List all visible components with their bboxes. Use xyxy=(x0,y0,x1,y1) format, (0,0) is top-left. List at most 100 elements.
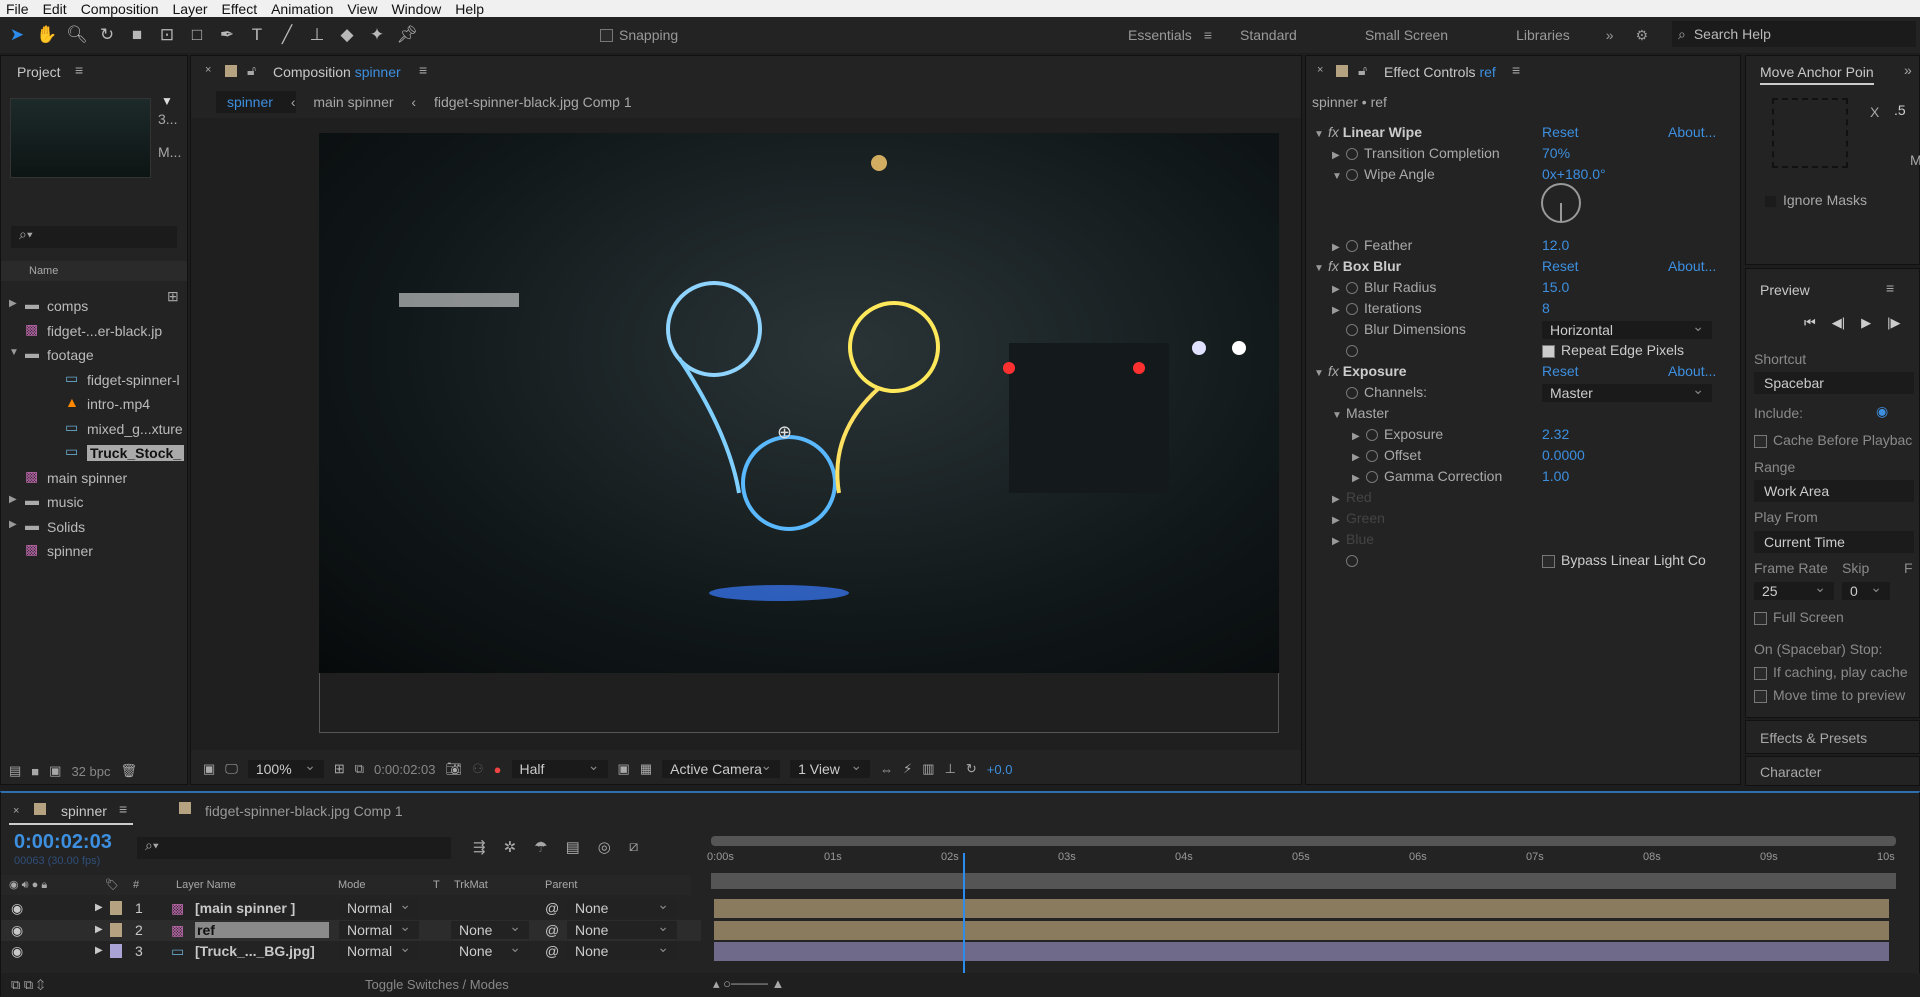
frame-blending-icon[interactable]: ▤ xyxy=(566,838,580,856)
stopwatch-icon[interactable] xyxy=(1346,282,1358,295)
eye-icon[interactable]: ◉ xyxy=(11,922,23,939)
expanded-arrow-icon[interactable]: ▼ xyxy=(9,347,23,358)
stopwatch-icon[interactable] xyxy=(1366,429,1378,442)
include-video-eye-icon[interactable]: ◉ xyxy=(1876,403,1888,420)
hand-tool-icon[interactable]: ✋ xyxy=(34,22,60,48)
track-matte-dropdown[interactable]: None xyxy=(451,917,529,939)
expand-arrow-icon[interactable]: ▶ xyxy=(1332,242,1346,253)
eye-icon[interactable]: ◉ xyxy=(11,900,23,917)
eraser-tool-icon[interactable]: ◆ xyxy=(334,22,360,48)
project-item[interactable]: ▼ ▬ footage xyxy=(1,345,187,367)
eye-icon[interactable]: ◉ xyxy=(11,943,23,960)
magnification-dropdown[interactable]: 100% xyxy=(247,756,324,778)
fast-draft-icon[interactable]: ⚡︎ xyxy=(903,761,912,777)
close-tab-icon[interactable]: × xyxy=(1317,64,1323,76)
effects-presets-tab[interactable]: Effects & Presets xyxy=(1760,730,1867,746)
stopwatch-icon[interactable] xyxy=(1366,450,1378,463)
graph-editor-icon[interactable]: ⧄ xyxy=(629,838,639,856)
clone-stamp-tool-icon[interactable]: ⊥ xyxy=(304,22,330,48)
layer-name-column-header[interactable]: Layer Name xyxy=(176,879,236,891)
expanded-arrow-icon[interactable]: ▼ xyxy=(1314,368,1328,379)
show-snapshot-icon[interactable]: ⚇ xyxy=(472,761,484,777)
expand-arrow-icon[interactable]: ▶ xyxy=(1332,494,1346,505)
property-value[interactable]: 0x+180.0° xyxy=(1542,166,1606,182)
label-color-swatch[interactable] xyxy=(110,901,122,915)
label-color-swatch[interactable] xyxy=(110,922,122,937)
selection-tool-icon[interactable]: ➤ xyxy=(4,22,30,48)
pen-tool-icon[interactable]: ✒ xyxy=(214,22,240,48)
property-dropdown[interactable]: Horizontal xyxy=(1542,317,1712,339)
property-value[interactable]: 1.00 xyxy=(1542,468,1569,484)
layer-row[interactable]: ◉ ▶ 1 ▩ [main spinner ] Normal @ None xyxy=(1,895,701,919)
menu-effect[interactable]: Effect xyxy=(222,1,258,17)
layer-name[interactable]: ref xyxy=(195,921,329,938)
breadcrumb-spinner[interactable]: spinner xyxy=(227,94,273,110)
region-of-interest-icon[interactable]: ⊞ xyxy=(334,761,345,777)
panel-menu-icon[interactable]: ≡ xyxy=(419,62,427,78)
project-item[interactable]: ▶ ▬ music xyxy=(1,492,187,514)
collapsed-arrow-icon[interactable]: ▶ xyxy=(9,298,23,309)
play-from-dropdown[interactable]: Current Time xyxy=(1754,531,1914,553)
expand-arrow-icon[interactable]: ▶ xyxy=(1332,284,1346,295)
play-icon[interactable]: ▶ xyxy=(1861,315,1871,331)
frame-rate-dropdown[interactable]: 25 xyxy=(1754,578,1834,600)
type-tool-icon[interactable]: T xyxy=(244,22,270,48)
collapsed-arrow-icon[interactable]: ▶ xyxy=(95,945,103,956)
reset-button[interactable]: Reset xyxy=(1542,124,1579,140)
about-button[interactable]: About... xyxy=(1668,258,1716,274)
expand-arrow-icon[interactable]: ▶ xyxy=(1332,150,1346,161)
about-button[interactable]: About... xyxy=(1668,363,1716,379)
stopwatch-icon[interactable] xyxy=(1346,345,1358,358)
expand-arrow-icon[interactable]: ▶ xyxy=(1352,452,1366,463)
rectangle-tool-icon[interactable]: □ xyxy=(184,22,210,48)
footer-switch-icons[interactable]: ⧉ ⧉ ⇕ xyxy=(11,977,44,993)
parent-dropdown[interactable]: None xyxy=(567,917,677,939)
new-folder-icon[interactable]: ■ xyxy=(31,764,39,779)
zoom-tool-icon[interactable]: 🔍︎ xyxy=(64,22,90,48)
checkbox[interactable]: Repeat Edge Pixels xyxy=(1542,342,1684,358)
pick-whip-icon[interactable]: @ xyxy=(545,943,559,959)
project-search-input[interactable]: ⌕▾ xyxy=(11,226,177,248)
previous-frame-icon[interactable]: ◀| xyxy=(1832,315,1845,331)
character-panel[interactable]: Character xyxy=(1745,756,1920,786)
project-item[interactable]: ▲ intro-.mp4 xyxy=(1,394,187,416)
collapsed-arrow-icon[interactable]: ▶ xyxy=(95,924,103,935)
time-navigator[interactable] xyxy=(711,836,1896,846)
resolution-dropdown[interactable]: Half xyxy=(511,756,608,778)
project-item[interactable]: ▩ spinner xyxy=(1,541,187,563)
flowchart-icon[interactable]: ⊥ xyxy=(945,761,956,777)
expand-arrow-icon[interactable]: ▶ xyxy=(1352,473,1366,484)
expand-arrow-icon[interactable]: ▶ xyxy=(1332,536,1346,547)
brush-tool-icon[interactable]: ╱ xyxy=(274,22,300,48)
toggle-transparency-icon[interactable]: ▦ xyxy=(640,761,652,777)
menu-edit[interactable]: Edit xyxy=(43,1,67,17)
range-dropdown[interactable]: Work Area xyxy=(1754,480,1914,502)
parent-dropdown[interactable]: None xyxy=(567,895,677,917)
new-comp-icon[interactable]: ▣ xyxy=(49,763,61,779)
zoom-slider[interactable]: ▴ ○──── ▲ xyxy=(713,976,784,992)
shy-layers-icon[interactable]: ☂ xyxy=(534,838,547,856)
pan-behind-tool-icon[interactable]: ⊡ xyxy=(154,22,180,48)
breadcrumb-main-spinner[interactable]: main spinner xyxy=(313,94,393,110)
full-screen-checkbox[interactable]: Full Screen xyxy=(1754,609,1844,625)
property-dropdown[interactable]: Master xyxy=(1542,380,1712,402)
shortcut-dropdown[interactable]: Spacebar xyxy=(1754,372,1914,394)
puppet-pin-tool-icon[interactable]: 📌︎ xyxy=(394,22,420,48)
collapsed-arrow-icon[interactable]: ▶ xyxy=(9,494,23,505)
project-item[interactable]: ▭ Truck_Stock_ xyxy=(1,443,187,465)
layer-row[interactable]: ◉ ▶ 2 ▩ ref Normal None @ None xyxy=(1,917,701,941)
always-preview-icon[interactable]: ▣ xyxy=(203,761,215,777)
menu-help[interactable]: Help xyxy=(455,1,484,17)
expanded-arrow-icon[interactable]: ▼ xyxy=(1314,263,1328,274)
collapsed-arrow-icon[interactable]: ▶ xyxy=(9,519,23,530)
search-help-input[interactable]: ⌕ Search Help xyxy=(1672,21,1916,47)
menu-window[interactable]: Window xyxy=(391,1,441,17)
blend-mode-dropdown[interactable]: Normal xyxy=(339,938,419,960)
project-item[interactable]: ▭ fidget-spinner-l xyxy=(1,370,187,392)
camera-tool-icon[interactable]: ■ xyxy=(124,22,150,48)
checkbox[interactable]: Bypass Linear Light Co xyxy=(1542,552,1706,568)
stopwatch-icon[interactable] xyxy=(1346,303,1358,316)
timeline-tab-fidget-comp[interactable]: fidget-spinner-black.jpg Comp 1 xyxy=(205,803,403,819)
rotate-tool-icon[interactable]: ↻ xyxy=(94,22,120,48)
reset-button[interactable]: Reset xyxy=(1542,258,1579,274)
